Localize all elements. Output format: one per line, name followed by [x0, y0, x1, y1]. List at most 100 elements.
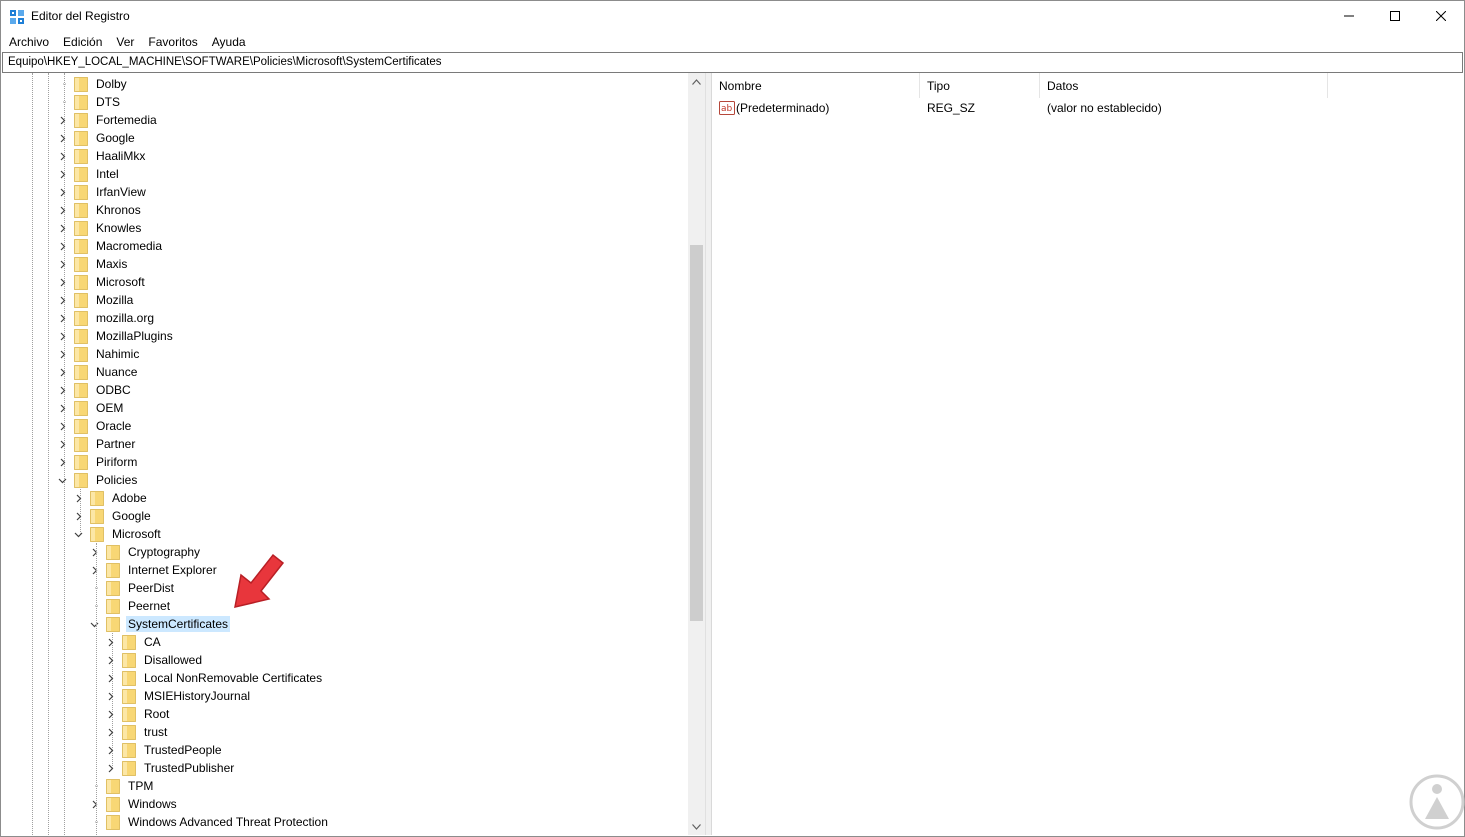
tree-item[interactable]: Cryptography [89, 543, 202, 561]
chevron-right-icon[interactable] [57, 421, 67, 431]
chevron-right-icon[interactable] [57, 439, 67, 449]
folder-icon [122, 742, 136, 758]
folder-icon [74, 238, 88, 254]
registry-key-tree[interactable]: Dolby DTS Fortemedia Google HaaliMkx Intel Irf… [2, 73, 707, 835]
tree-item[interactable]: Disallowed [105, 651, 204, 669]
tree-item[interactable]: MozillaPlugins [57, 327, 175, 345]
column-header-nombre[interactable]: Nombre [712, 73, 920, 98]
tree-item[interactable]: Internet Explorer [89, 561, 219, 579]
scroll-up-button[interactable] [688, 73, 705, 90]
scrollbar-thumb[interactable] [690, 245, 703, 621]
chevron-right-icon[interactable] [57, 385, 67, 395]
tree-item[interactable]: Windows [89, 795, 179, 813]
tree-item[interactable]: Maxis [57, 255, 129, 273]
menu-favoritos[interactable]: Favoritos [141, 32, 204, 52]
chevron-right-icon[interactable] [57, 331, 67, 341]
chevron-right-icon[interactable] [57, 349, 67, 359]
address-bar[interactable]: Equipo\HKEY_LOCAL_MACHINE\SOFTWARE\Polic… [2, 52, 1463, 73]
tree-item[interactable]: MSIEHistoryJournal [105, 687, 252, 705]
chevron-right-icon[interactable] [105, 673, 115, 683]
tree-item[interactable]: Microsoft [57, 273, 147, 291]
chevron-right-icon[interactable] [73, 511, 83, 521]
tree-item[interactable]: IrfanView [57, 183, 148, 201]
tree-item[interactable]: Partner [57, 435, 137, 453]
tree-item[interactable]: Fortemedia [57, 111, 159, 129]
tree-item[interactable]: TrustedPublisher [105, 759, 236, 777]
tree-item[interactable]: Google [73, 507, 153, 525]
chevron-right-icon[interactable] [73, 493, 83, 503]
tree-item[interactable]: Local NonRemovable Certificates [105, 669, 324, 687]
tree-item[interactable]: TrustedPeople [105, 741, 224, 759]
tree-item[interactable]: Windows Advanced Threat Protection [89, 813, 330, 831]
tree-item[interactable]: CA [105, 633, 163, 651]
chevron-right-icon[interactable] [57, 241, 67, 251]
tree-item[interactable]: Khronos [57, 201, 143, 219]
tree-item[interactable]: trust [105, 723, 169, 741]
chevron-right-icon[interactable] [105, 763, 115, 773]
chevron-right-icon[interactable] [89, 565, 99, 575]
tree-item[interactable]: DTS [57, 93, 122, 111]
tree-item[interactable]: Oracle [57, 417, 133, 435]
chevron-right-icon[interactable] [57, 151, 67, 161]
tree-item[interactable]: Adobe [73, 489, 149, 507]
menu-ayuda[interactable]: Ayuda [205, 32, 253, 52]
chevron-right-icon[interactable] [57, 187, 67, 197]
tree-item[interactable]: Peernet [89, 597, 172, 615]
close-button[interactable] [1418, 1, 1464, 31]
column-header-datos[interactable]: Datos [1040, 73, 1328, 98]
tree-item[interactable]: Dolby [57, 75, 129, 93]
chevron-right-icon[interactable] [57, 295, 67, 305]
chevron-right-icon[interactable] [57, 403, 67, 413]
menu-archivo[interactable]: Archivo [1, 32, 56, 52]
tree-item[interactable]: Macromedia [57, 237, 164, 255]
chevron-right-icon[interactable] [105, 727, 115, 737]
list-item[interactable]: ab (Predeterminado) REG_SZ (valor no est… [712, 99, 1464, 117]
chevron-right-icon[interactable] [89, 799, 99, 809]
chevron-down-icon[interactable] [57, 475, 67, 485]
chevron-right-icon[interactable] [105, 745, 115, 755]
menu-ver[interactable]: Ver [109, 32, 141, 52]
tree-item[interactable]: Knowles [57, 219, 143, 237]
chevron-right-icon[interactable] [57, 367, 67, 377]
address-path: Equipo\HKEY_LOCAL_MACHINE\SOFTWARE\Polic… [8, 56, 442, 68]
tree-item[interactable]: mozilla.org [57, 309, 156, 327]
chevron-right-icon[interactable] [57, 457, 67, 467]
tree-item[interactable]: ODBC [57, 381, 133, 399]
tree-item[interactable]: Mozilla [57, 291, 135, 309]
tree-item[interactable]: HaaliMkx [57, 147, 147, 165]
chevron-right-icon[interactable] [57, 259, 67, 269]
column-header-tipo[interactable]: Tipo [920, 73, 1040, 98]
minimize-button[interactable] [1326, 1, 1372, 31]
tree-item[interactable]: TPM [89, 777, 155, 795]
chevron-right-icon[interactable] [57, 313, 67, 323]
maximize-button[interactable] [1372, 1, 1418, 31]
tree-item[interactable]: Microsoft [73, 525, 163, 543]
tree-item[interactable]: Google [57, 129, 137, 147]
chevron-right-icon[interactable] [57, 277, 67, 287]
chevron-right-icon[interactable] [57, 205, 67, 215]
tree-item[interactable]: Piriform [57, 453, 139, 471]
chevron-right-icon[interactable] [57, 223, 67, 233]
chevron-right-icon[interactable] [105, 691, 115, 701]
tree-item[interactable]: Root [105, 705, 171, 723]
tree-item[interactable]: Intel [57, 165, 121, 183]
chevron-right-icon[interactable] [57, 133, 67, 143]
tree-item[interactable]: OEM [57, 399, 125, 417]
chevron-right-icon[interactable] [89, 547, 99, 557]
tree-item[interactable]: Policies [57, 471, 139, 489]
tree-item[interactable]: SystemCertificates [89, 615, 231, 633]
menu-edicion[interactable]: Edición [56, 32, 109, 52]
chevron-down-icon[interactable] [73, 529, 83, 539]
scroll-down-button[interactable] [688, 818, 705, 835]
chevron-right-icon[interactable] [57, 169, 67, 179]
tree-item[interactable]: PeerDist [89, 579, 176, 597]
chevron-right-icon[interactable] [57, 115, 67, 125]
tree-item[interactable]: Nuance [57, 363, 139, 381]
chevron-right-icon[interactable] [105, 709, 115, 719]
folder-icon [122, 724, 136, 740]
chevron-right-icon[interactable] [105, 637, 115, 647]
chevron-right-icon[interactable] [105, 655, 115, 665]
tree-item[interactable]: Nahimic [57, 345, 141, 363]
tree-vertical-scrollbar[interactable] [688, 73, 705, 835]
chevron-down-icon[interactable] [89, 619, 99, 629]
